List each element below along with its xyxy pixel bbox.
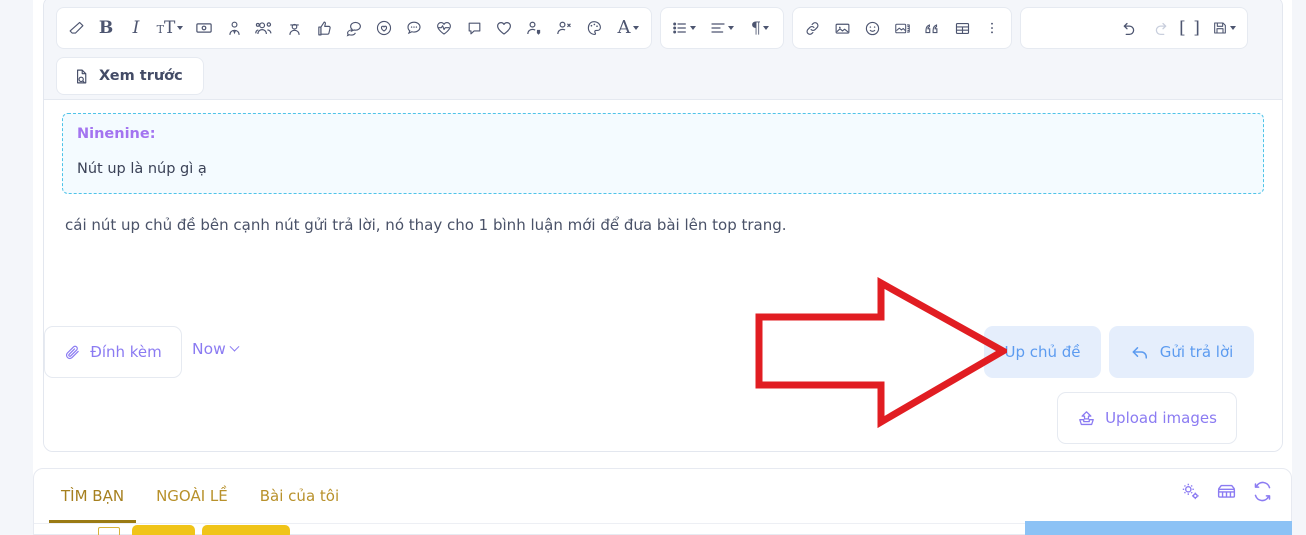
editor-toolbar: B I TT A ¶ [] Xem trước [44,0,1282,100]
tab-bai-cua-toi-label: Bài của tôi [259,487,340,505]
quote-author: Ninenine: [77,126,156,142]
tab-tim-ban-label: TÌM BẠN [61,487,125,505]
undo-icon[interactable] [1115,11,1145,45]
save-icon[interactable] [1205,11,1243,45]
chevron-down-icon [229,341,240,352]
quote-text: Nút up là núp gì ạ [77,161,207,177]
media-icon[interactable] [887,11,917,45]
file-search-icon [73,68,90,85]
toolbar-list-group: ¶ [660,7,784,49]
redo-icon[interactable] [1145,11,1175,45]
paragraph-icon[interactable]: ¶ [741,11,779,45]
users-icon[interactable] [249,11,279,45]
align-icon[interactable] [703,11,741,45]
preview-button[interactable]: Xem trước [56,57,204,95]
user-tie-icon[interactable] [219,11,249,45]
tab-tim-ban[interactable]: TÌM BẠN [46,469,139,523]
bold-glyph: B [98,17,114,38]
text-color-glyph: A [617,17,631,38]
promo-blue-bar [1025,521,1292,535]
forum-tabs-row: TÌM BẠN NGOÀI LỀ Bài của tôi [34,469,354,523]
more-icon[interactable] [977,11,1007,45]
comments-icon[interactable] [339,11,369,45]
tab-bai-cua-toi[interactable]: Bài của tôi [245,469,354,523]
filter-pill-1[interactable] [132,525,195,535]
forum-tools-icons [1180,481,1273,502]
money-bill-icon[interactable] [189,11,219,45]
text-color-icon[interactable]: A [609,11,647,45]
chevron-down-icon [763,26,770,30]
toolbar-history-group: [ ] [1020,7,1248,49]
italic-glyph: I [132,17,140,38]
submit-reply-button-label: Gửi trả lời [1159,343,1234,361]
toolbar-format-group: B I TT A [56,7,652,49]
chevron-down-icon [177,26,184,30]
screen-root: B I TT A ¶ [] Xem trước Ninenine: Nút u… [0,0,1306,535]
user-secret-icon[interactable] [279,11,309,45]
chevron-down-icon [1230,26,1236,30]
image-icon[interactable] [827,11,857,45]
up-topic-button-label: Up chủ đề [1004,343,1081,361]
thumbs-up-icon[interactable] [309,11,339,45]
heart-circle-icon[interactable] [369,11,399,45]
bbcode-icon[interactable]: [ ] [1175,11,1205,45]
user-tag-icon[interactable] [519,11,549,45]
chevron-down-icon [690,26,696,30]
editor-body-text: cái nút up chủ đề bên cạnh nút gửi trả l… [65,216,787,234]
post-editor-card: B I TT A ¶ [] Xem trước Ninenine: Nút u… [43,0,1283,452]
page-gutter-left [0,0,33,535]
heart-pulse-icon[interactable] [429,11,459,45]
refresh-sync-icon[interactable] [1252,481,1273,502]
table-icon[interactable] [947,11,977,45]
schedule-dropdown[interactable]: Now [192,340,240,358]
chevron-down-icon [728,26,734,30]
editor-footer: Đính kèm Now Up chủ đề Gửi trả lời Uploa… [44,304,1282,451]
quote-icon[interactable] [917,11,947,45]
filter-pill-2[interactable] [202,525,290,535]
tab-ngoai-le-label: NGOÀI LỀ [156,487,228,505]
reply-arrow-icon [1130,342,1150,362]
eraser-icon[interactable] [61,11,91,45]
list-icon[interactable] [665,11,703,45]
comment-alt-icon[interactable] [459,11,489,45]
user-times-icon[interactable] [549,11,579,45]
comment-dots-icon[interactable] [399,11,429,45]
preview-button-label: Xem trước [99,68,183,84]
palette-icon[interactable] [579,11,609,45]
bbcode-glyph: [ ] [1179,17,1201,38]
page-gutter-right [1292,0,1306,535]
attach-button-label: Đính kèm [90,343,162,361]
bold-icon[interactable]: B [91,11,121,45]
up-topic-button[interactable]: Up chủ đề [984,326,1101,378]
paperclip-icon [64,344,81,361]
toolbar-button-row: B I TT A ¶ [] [56,7,1248,49]
toolbar-insert-group [792,7,1012,49]
heart-icon[interactable] [489,11,519,45]
quote-block[interactable]: Ninenine: Nút up là núp gì ạ [62,113,1264,194]
submit-reply-button[interactable]: Gửi trả lời [1109,326,1254,378]
font-size-icon[interactable]: TT [151,11,189,45]
italic-icon[interactable]: I [121,11,151,45]
tab-ngoai-le[interactable]: NGOÀI LỀ [141,469,243,523]
filter-box-icon [98,527,120,535]
upload-images-button-label: Upload images [1105,409,1217,427]
upload-box-icon [1077,409,1096,428]
attach-button[interactable]: Đính kèm [44,326,182,378]
upload-images-button[interactable]: Upload images [1057,392,1237,444]
store-shop-icon[interactable] [1215,481,1238,502]
editor-content-area[interactable]: Ninenine: Nút up là núp gì ạ cái nút up … [44,100,1282,304]
schedule-dropdown-label: Now [192,340,226,358]
link-icon[interactable] [797,11,827,45]
smile-icon[interactable] [857,11,887,45]
gears-settings-icon[interactable] [1180,481,1201,502]
chevron-down-icon [632,26,639,30]
